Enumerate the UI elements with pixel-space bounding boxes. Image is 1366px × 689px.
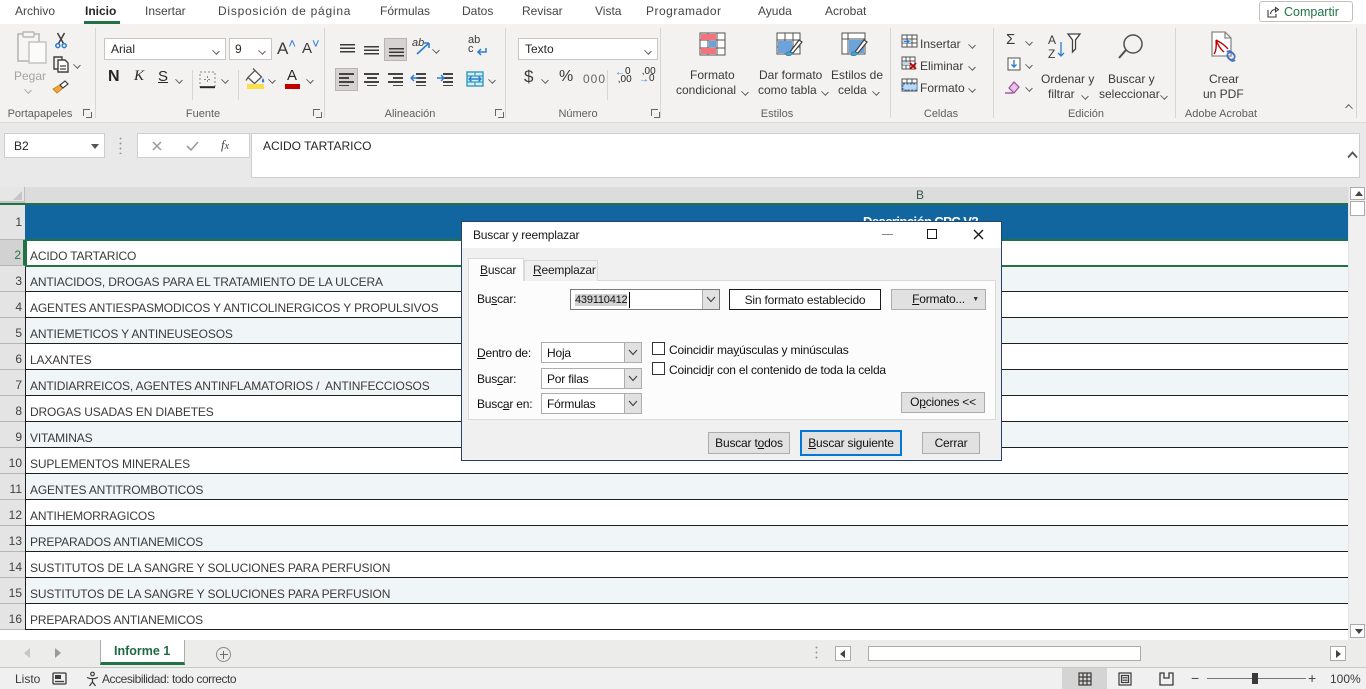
- svg-text:Z: Z: [1048, 47, 1055, 61]
- svg-text:A: A: [1048, 33, 1056, 47]
